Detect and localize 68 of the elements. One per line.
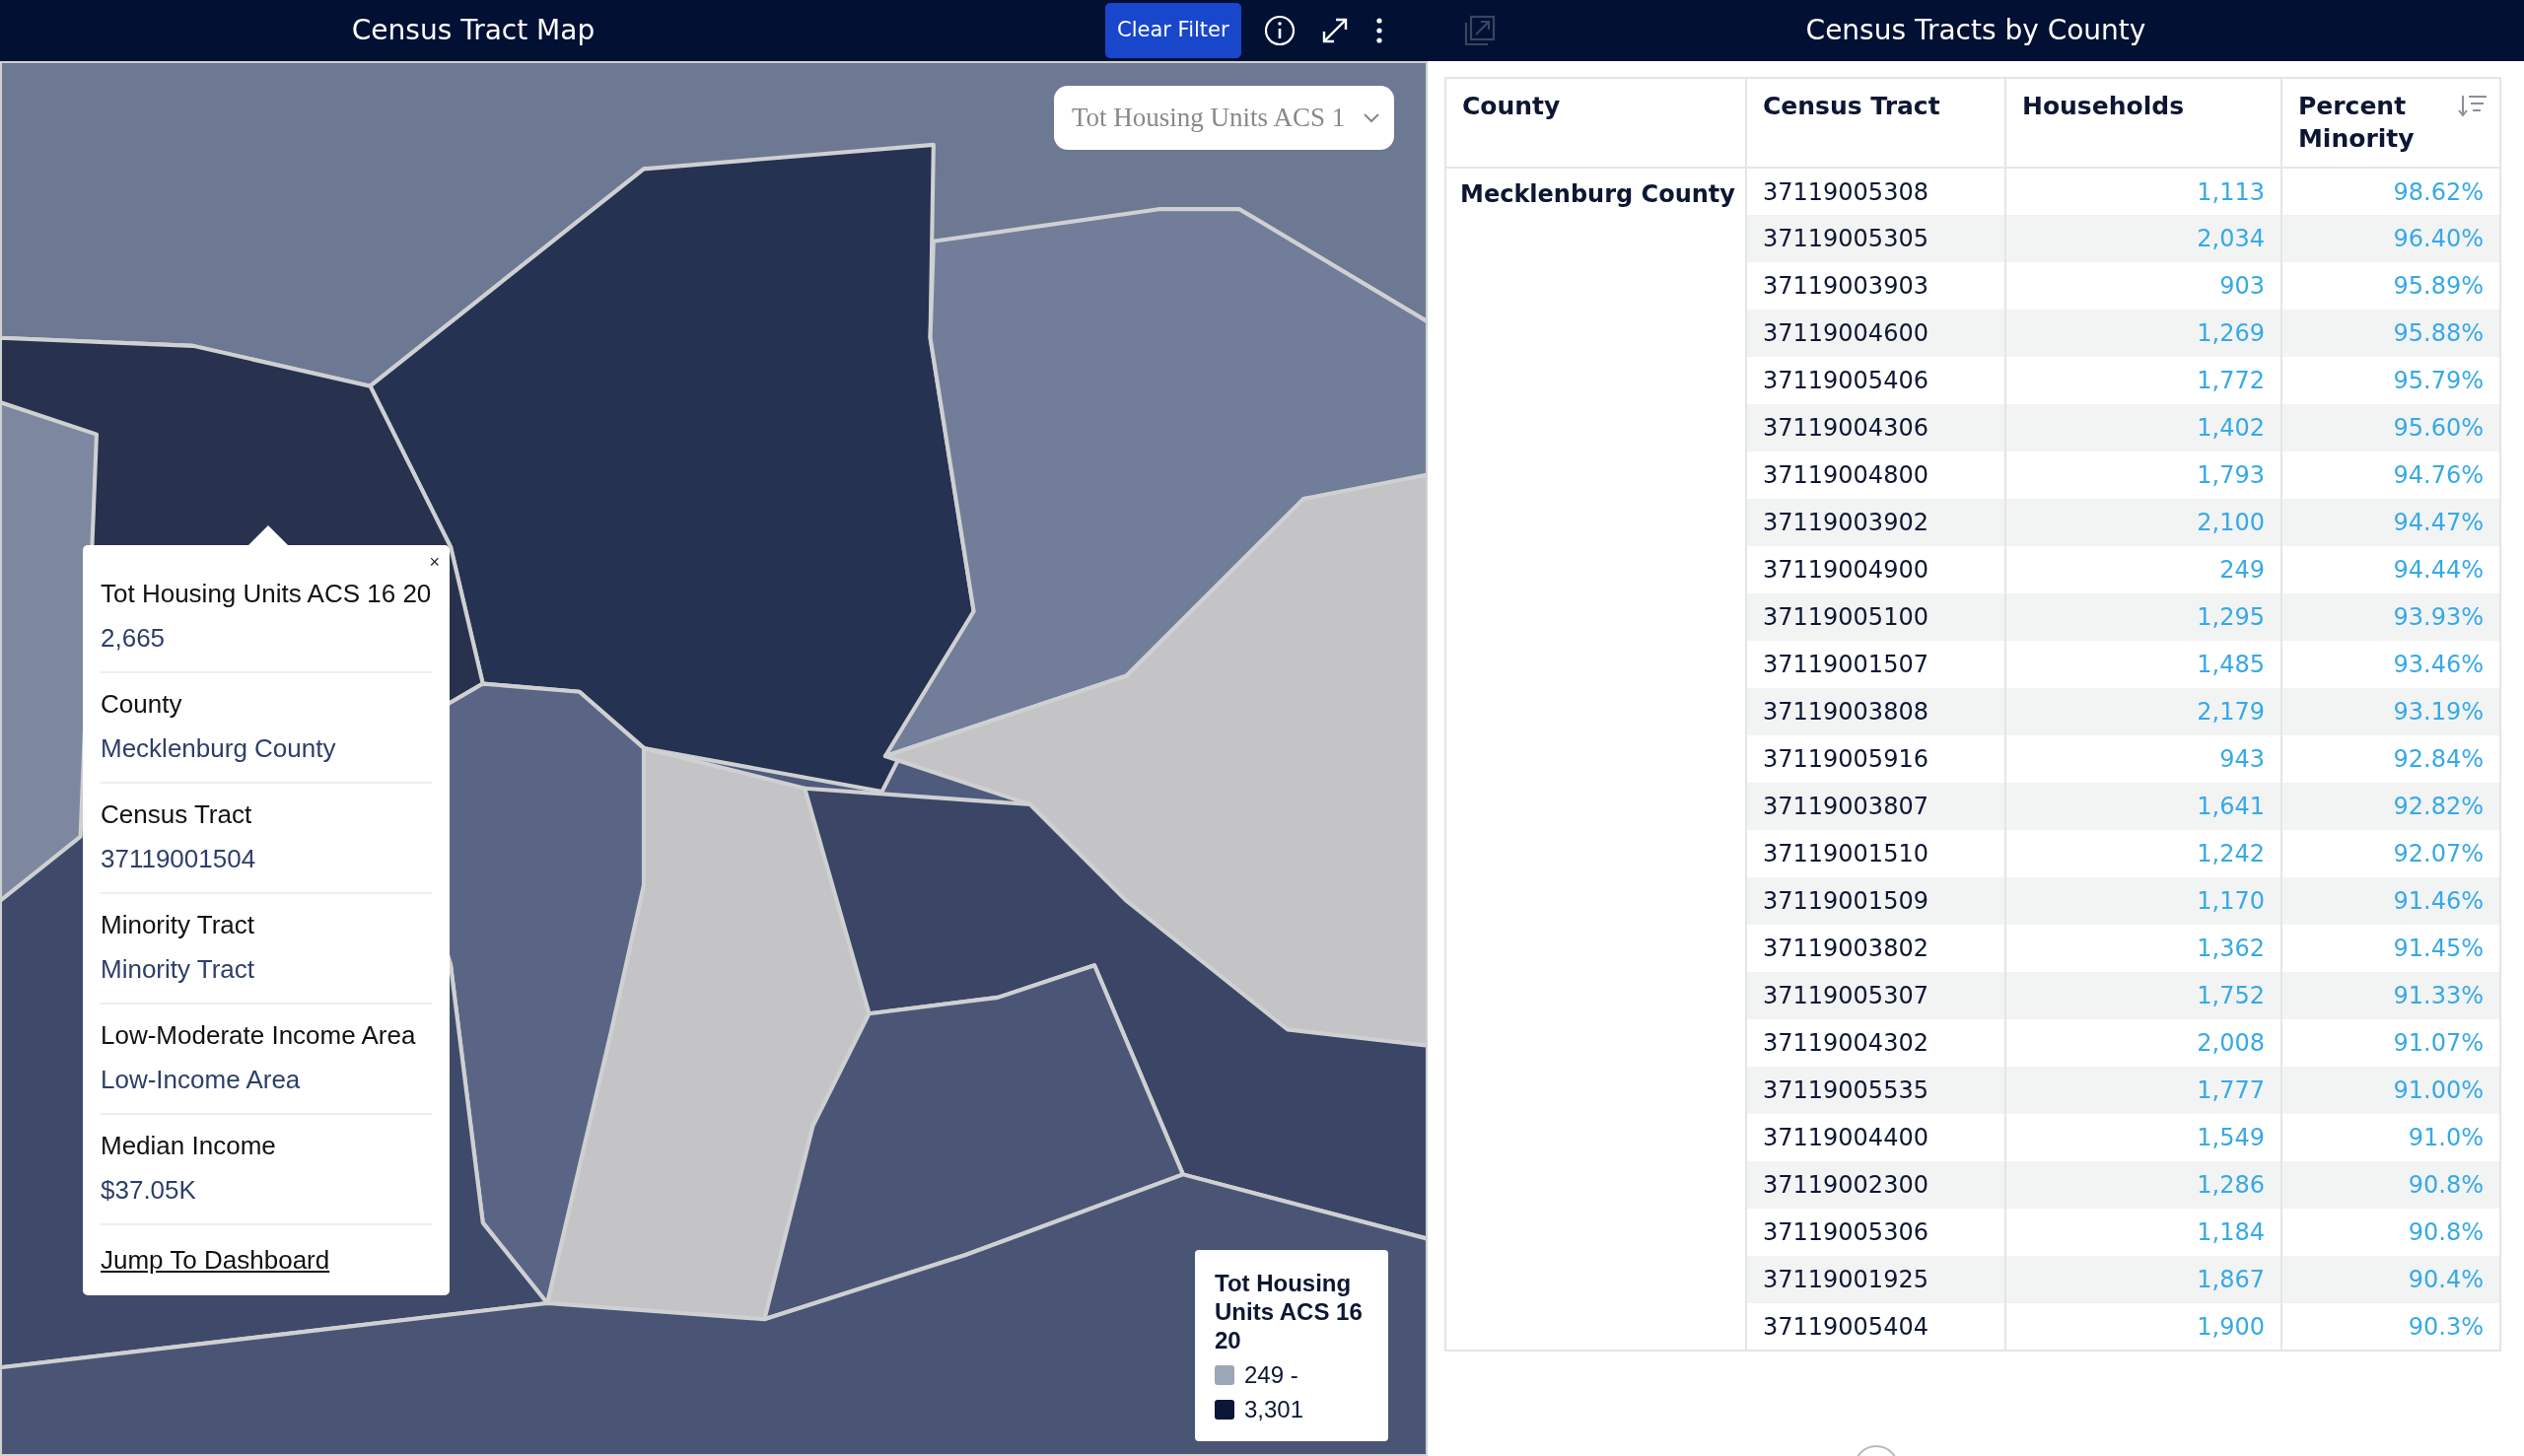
table-cell: 93.19% (2280, 688, 2500, 735)
clear-filter-button[interactable]: Clear Filter (1105, 3, 1241, 58)
table-cell: 90.4% (2280, 1256, 2500, 1303)
field-value: 37119001504 (101, 843, 257, 875)
field-label: County (101, 688, 183, 721)
table-cell: Mecklenburg County (1445, 168, 1746, 1351)
table-cell: 37119003808 (1745, 688, 2005, 735)
column-header[interactable]: Census Tract (1745, 78, 2005, 168)
sort-icon[interactable] (2458, 93, 2488, 118)
field-value: Low-Income Area (101, 1064, 302, 1096)
table-cell: 37119005404 (1745, 1303, 2005, 1351)
field-label: Median Income (101, 1130, 277, 1162)
table-cell: 37119004600 (1745, 310, 2005, 357)
table-cell: 37119002300 (1745, 1161, 2005, 1209)
table-cell: 95.60% (2280, 404, 2500, 451)
legend-label: 249 - (1244, 1361, 1298, 1389)
table-cell: 37119005307 (1745, 972, 2005, 1019)
field-label: Low-Moderate Income Area (101, 1019, 417, 1052)
table-cell: 37119004306 (1745, 404, 2005, 451)
table-cell: 91.46% (2280, 877, 2500, 925)
table-cell: 94.47% (2280, 499, 2500, 546)
legend-label: 3,301 (1244, 1396, 1304, 1423)
table-cell: 2,100 (2004, 499, 2281, 546)
column-header[interactable]: County (1445, 78, 1746, 168)
table-cell: 1,295 (2004, 593, 2281, 641)
table-cell: 90.8% (2280, 1161, 2500, 1209)
table-cell: 37119005100 (1745, 593, 2005, 641)
field-value: 2,665 (101, 622, 167, 655)
table-cell: 95.88% (2280, 310, 2500, 357)
table-cell: 1,269 (2004, 310, 2281, 357)
chevron-down-icon (1363, 111, 1380, 124)
field-label: Minority Tract (101, 909, 256, 941)
table-cell: 92.82% (2280, 783, 2500, 830)
info-icon[interactable] (1262, 14, 1297, 47)
legend-title: Tot Housing Units ACS 16 20 (1215, 1270, 1364, 1355)
close-button[interactable]: × (429, 553, 440, 571)
table-cell: 37119005305 (1745, 215, 2005, 262)
column-header[interactable]: Households (2004, 78, 2281, 168)
table-cell: 93.93% (2280, 593, 2500, 641)
field-value: Minority Tract (101, 953, 256, 986)
dashboard-link[interactable]: Jump To Dashboard (101, 1241, 330, 1280)
table-cell: 91.00% (2280, 1067, 2500, 1114)
table-cell: 37119005535 (1745, 1067, 2005, 1114)
table-cell: 2,034 (2004, 215, 2281, 262)
measure-dropdown[interactable]: Tot Housing Units ACS 1 (1054, 86, 1394, 150)
table-cell: 37119001509 (1745, 877, 2005, 925)
table-cell: 90.3% (2280, 1303, 2500, 1351)
table-cell: 1,170 (2004, 877, 2281, 925)
column-header[interactable]: Percent Minority (2280, 78, 2500, 168)
table-cell: 1,752 (2004, 972, 2281, 1019)
table-cell: 1,402 (2004, 404, 2281, 451)
field-label: Tot Housing Units ACS 16 20 (101, 578, 432, 610)
field-label: Census Tract (101, 798, 253, 831)
panel-title: Census Tract Map (351, 13, 596, 48)
table-cell: 37119001925 (1745, 1256, 2005, 1303)
table-cell: 1,777 (2004, 1067, 2281, 1114)
table-cell: 1,867 (2004, 1256, 2281, 1303)
table-cell: 37119003807 (1745, 783, 2005, 830)
table-cell: 91.33% (2280, 972, 2500, 1019)
field-value: Mecklenburg County (101, 732, 337, 765)
panel-title: Census Tracts by County (1805, 13, 2146, 48)
table-cell: 1,286 (2004, 1161, 2281, 1209)
table-cell: 37119003902 (1745, 499, 2005, 546)
table-cell: 2,179 (2004, 688, 2281, 735)
table-cell: 96.40% (2280, 215, 2500, 262)
field-value: $37.05K (101, 1174, 197, 1207)
table-cell: 1,900 (2004, 1303, 2281, 1351)
table-cell: 1,641 (2004, 783, 2281, 830)
